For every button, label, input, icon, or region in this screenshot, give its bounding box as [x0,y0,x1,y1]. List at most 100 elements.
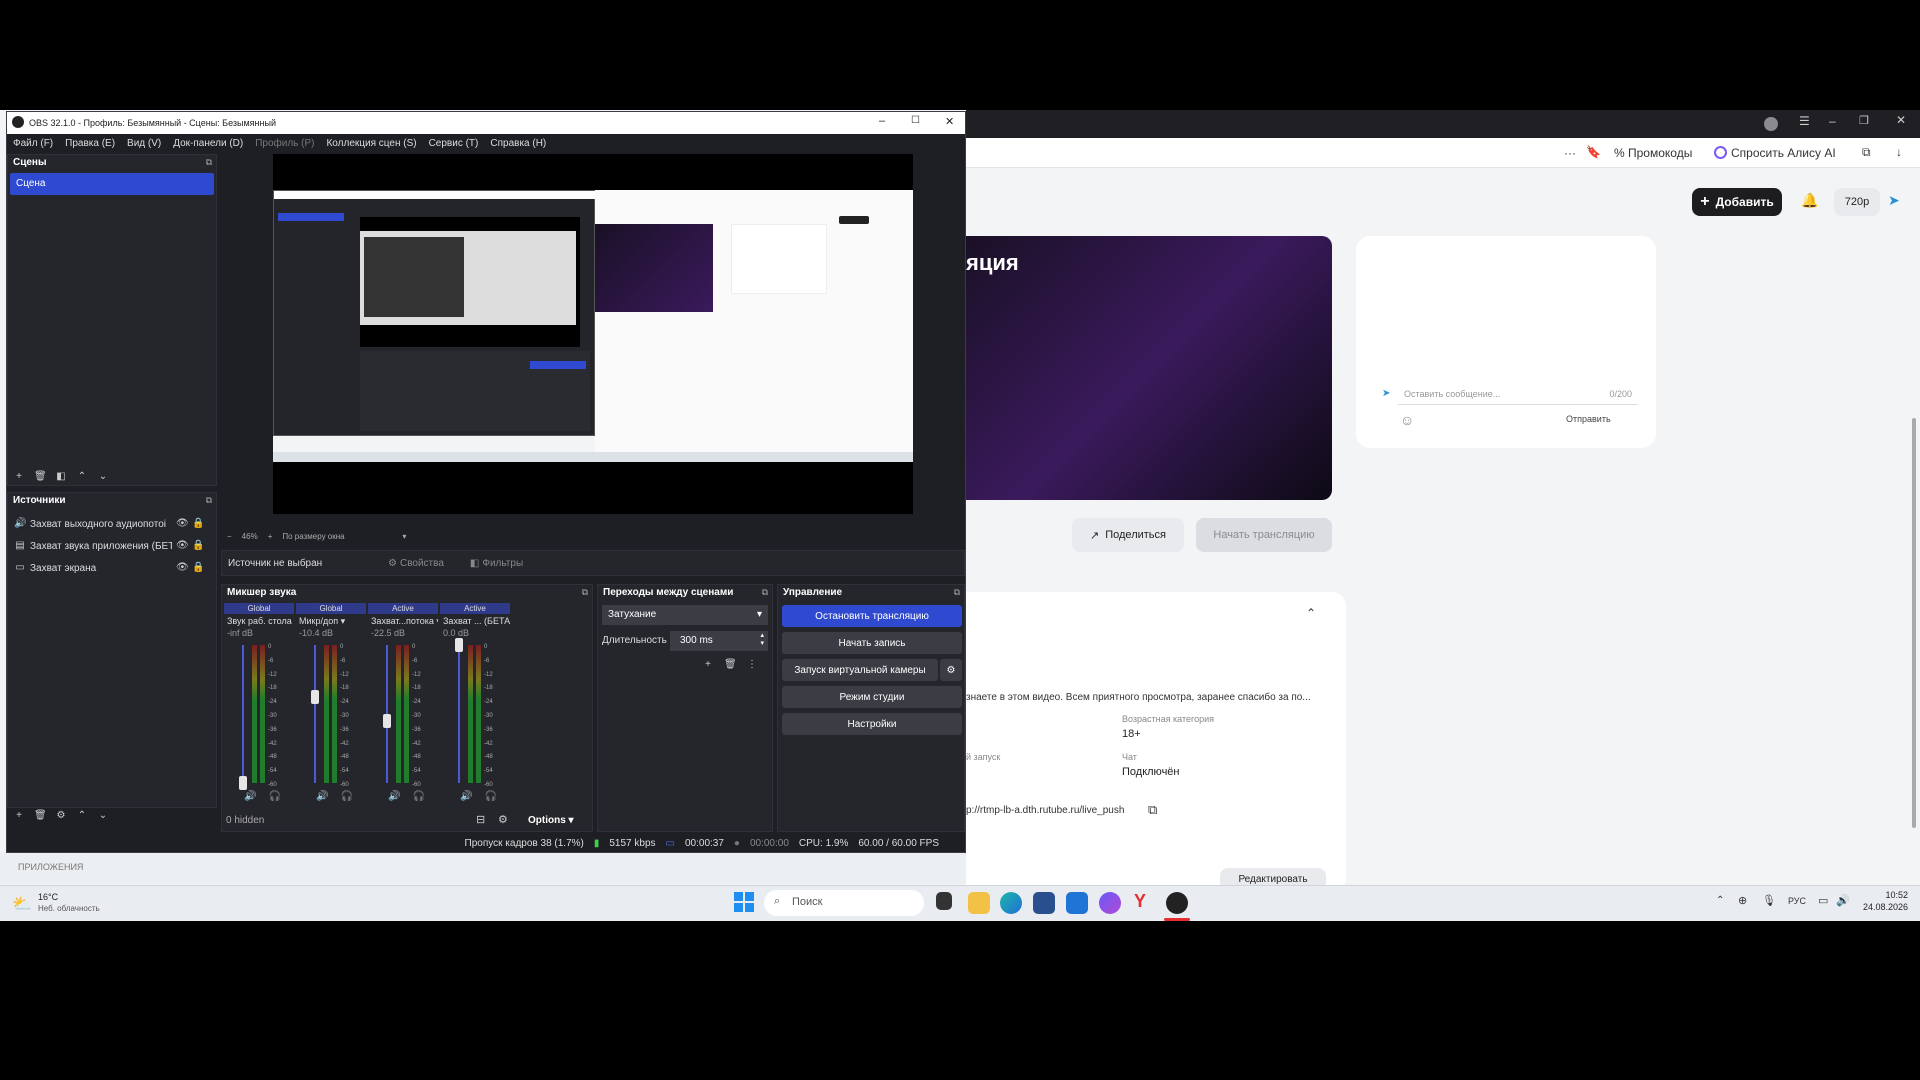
menu-help[interactable]: Справка (H) [490,138,546,149]
move-down-icon[interactable]: ⌄ [97,810,109,822]
trash-icon[interactable]: 🗑 [724,659,737,671]
volume-fader-knob[interactable] [383,713,391,728]
menu-tools[interactable]: Сервис (T) [429,138,479,149]
mic-tray-icon[interactable]: 🎙 [1762,894,1776,907]
copy-icon[interactable]: ⧉ [1148,802,1157,818]
channel-name[interactable]: Захват ... (БЕТА) ▾ [440,614,510,628]
menu-icon[interactable]: ☰ [1799,114,1810,128]
volume-fader-track[interactable] [242,645,244,783]
filter-icon[interactable]: ◧ [55,471,67,483]
menu-profile[interactable]: Профиль (P) [255,138,314,149]
virtual-cam-settings-icon[interactable]: ⚙ [940,659,962,681]
obs-taskbar-icon[interactable] [1166,892,1188,914]
source-item[interactable]: ▤ Захват звука приложения (БЕТ 👁 🔒 [8,535,216,557]
mixer-settings-icon[interactable]: ⚙ [498,813,508,826]
add-icon[interactable]: + [702,659,714,671]
undock-icon[interactable]: ⧉ [206,495,212,506]
eye-icon[interactable]: 👁 [176,562,189,574]
volume-fader-track[interactable] [458,645,460,783]
zoom-out-icon[interactable]: − [227,532,232,541]
settings-button[interactable]: Настройки [782,713,962,735]
share-button[interactable]: ↗ Поделиться [1072,518,1184,552]
minimize-icon[interactable]: – [1829,114,1836,128]
trash-icon[interactable]: 🗑 [34,810,47,822]
send-button[interactable]: Отправить [1566,414,1611,424]
volume-fader-knob[interactable] [311,690,319,705]
spin-icon[interactable]: ▴ ▾ [760,632,764,648]
chat-input[interactable]: Оставить сообщение... 0/200 [1398,383,1638,405]
video-player[interactable]: яция [966,236,1332,500]
mute-speaker-icon[interactable]: 🔊 [244,791,256,802]
properties-button[interactable]: ⚙ Свойства [388,558,444,569]
move-up-icon[interactable]: ⌃ [76,810,88,822]
mute-speaker-icon[interactable]: 🔊 [316,791,328,802]
weather-temp[interactable]: 16°C [38,892,58,902]
layout-icon[interactable]: ⊟ [476,813,485,826]
network-tray-icon[interactable]: ⊕ [1738,894,1747,907]
scrollbar[interactable] [1912,418,1916,828]
lock-icon[interactable]: 🔒 [192,540,204,552]
source-item[interactable]: 🔊 Захват выходного аудиопотоі 👁 🔒 [8,513,216,535]
start-stream-button[interactable]: Начать трансляцию [1196,518,1332,552]
bookmark-icon[interactable]: 🔖 [1586,145,1601,159]
taskview-icon[interactable] [936,892,952,910]
gear-icon[interactable]: ⚙ [55,810,67,822]
scene-item[interactable]: Сцена [10,173,214,195]
mute-speaker-icon[interactable]: 🔊 [460,791,472,802]
tray-chevron-icon[interactable]: ⌃ [1716,895,1724,906]
language-indicator[interactable]: РУС [1788,896,1806,906]
monitor-headphones-icon[interactable]: 🎧 [340,791,352,802]
add-icon[interactable]: + [13,471,25,483]
obs-minimize-icon[interactable]: – [879,115,885,127]
restore-icon[interactable]: ❐ [1859,114,1869,127]
more-icon[interactable]: ··· [1564,146,1576,160]
alice-app-icon[interactable] [1099,892,1121,914]
virtual-cam-button[interactable]: Запуск виртуальной камеры [782,659,938,681]
menu-edit[interactable]: Правка (E) [65,138,115,149]
display-tray-icon[interactable]: ▭ [1818,894,1828,907]
monitor-headphones-icon[interactable]: 🎧 [484,791,496,802]
zoom-in-icon[interactable]: + [268,532,273,541]
start-icon[interactable] [734,892,754,912]
add-button[interactable]: + Добавить [1692,188,1782,216]
stop-stream-button[interactable]: Остановить трансляцию [782,605,962,627]
eye-icon[interactable]: 👁 [176,518,189,530]
undock-icon[interactable]: ⧉ [206,157,212,168]
monitor-headphones-icon[interactable]: 🎧 [268,791,280,802]
outlook-icon[interactable] [1066,892,1088,914]
volume-fader-track[interactable] [314,645,316,783]
volume-tray-icon[interactable]: 🔊 [1836,894,1850,907]
obs-close-icon[interactable]: ✕ [945,115,954,128]
undock-icon[interactable]: ⧉ [954,587,960,598]
tabs-icon[interactable]: ⧉ [1862,145,1871,160]
emoji-icon[interactable]: ☺ [1400,412,1414,428]
undock-icon[interactable]: ⧉ [582,587,588,598]
scale-dropdown-icon[interactable]: ▾ [402,532,406,541]
studio-mode-button[interactable]: Режим студии [782,686,962,708]
volume-fader-knob[interactable] [239,776,247,790]
mute-speaker-icon[interactable]: 🔊 [388,791,400,802]
clock-time[interactable]: 10:52 [1864,890,1908,900]
move-down-icon[interactable]: ⌄ [97,471,109,483]
obs-maximize-icon[interactable]: ☐ [911,115,920,126]
filters-button[interactable]: ◧ Фильтры [470,558,523,569]
menu-docks[interactable]: Док-панели (D) [173,138,243,149]
start-record-button[interactable]: Начать запись [782,632,962,654]
undock-icon[interactable]: ⧉ [762,587,768,598]
store-icon[interactable] [1033,892,1055,914]
transition-select[interactable]: Затухание ▾ [602,605,768,625]
more-icon[interactable]: ⋮ [746,659,758,671]
move-up-icon[interactable]: ⌃ [76,471,88,483]
channel-name[interactable]: Захват...потока ▾ [368,614,438,628]
edge-icon[interactable] [1000,892,1022,914]
trash-icon[interactable]: 🗑 [34,471,47,483]
mixer-options-button[interactable]: Options ▾ [528,815,574,826]
channel-name[interactable]: Микр/доп ▾ [296,614,366,628]
volume-fader-knob[interactable] [455,638,463,652]
monitor-headphones-icon[interactable]: 🎧 [412,791,424,802]
promocodes-link[interactable]: Промокоды [1628,146,1692,160]
taskbar-search[interactable]: ⌕ Поиск [764,890,924,916]
yandex-browser-icon[interactable]: Y [1134,891,1146,912]
quality-badge[interactable]: 720p [1834,188,1880,216]
alice-link[interactable]: Спросить Алису AI [1731,146,1836,160]
